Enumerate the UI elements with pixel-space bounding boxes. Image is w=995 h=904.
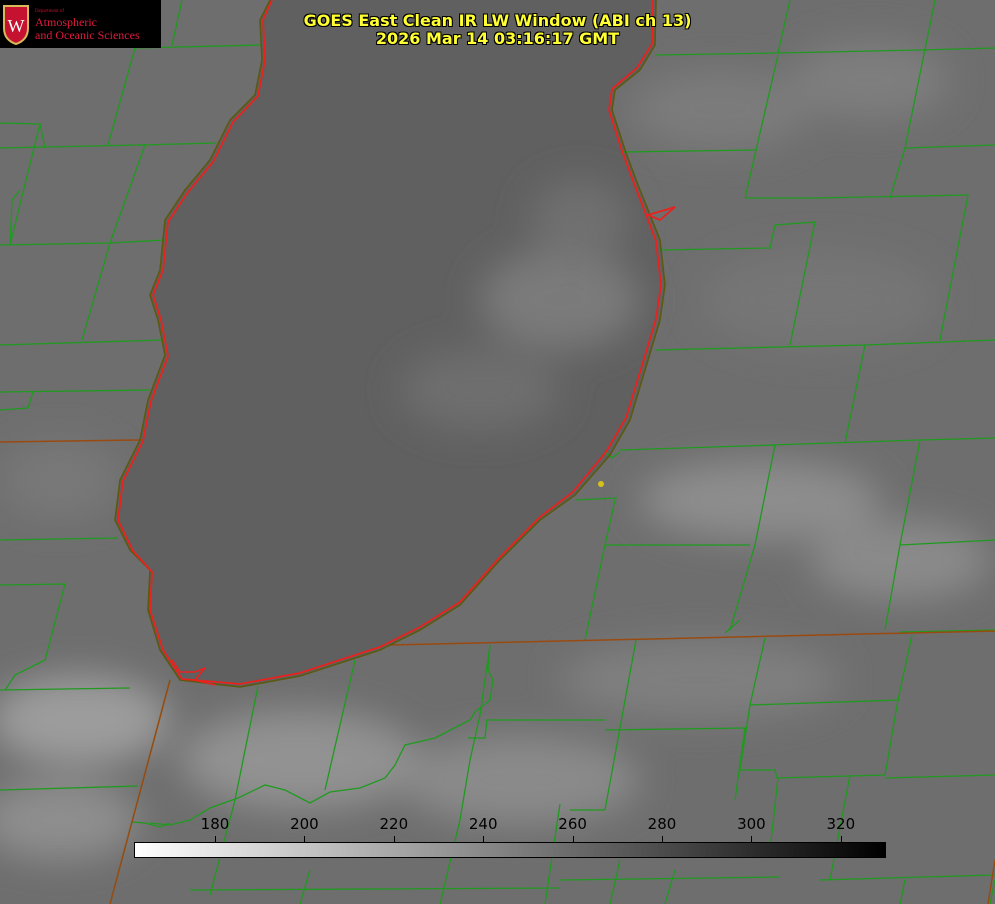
station-marker	[598, 481, 604, 487]
colorbar-tick-label-280: 280	[647, 815, 677, 833]
colorbar-tick-mark	[662, 836, 663, 842]
colorbar-tick-label-240: 240	[468, 815, 498, 833]
image-timestamp: 2026 Mar 14 03:16:17 GMT	[375, 29, 620, 48]
image-title: GOES East Clean IR LW Window (ABI ch 13)	[303, 11, 692, 30]
colorbar-tick-mark	[393, 836, 395, 842]
colorbar-tick-label-260: 260	[558, 815, 587, 833]
satellite-map	[0, 0, 995, 904]
colorbar-tick-label-200: 200	[290, 815, 319, 833]
colorbar-tick-label-300: 300	[737, 815, 766, 833]
colorbar-tick-mark	[572, 836, 574, 842]
colorbar-tick-label-180: 180	[200, 815, 230, 833]
colorbar-tick-mark	[304, 836, 306, 842]
colorbar	[134, 842, 886, 858]
colorbar-tick-mark	[483, 836, 485, 842]
colorbar-tick-label-220: 220	[379, 815, 409, 833]
colorbar-tick-mark	[840, 836, 842, 842]
colorbar-tick-mark	[215, 836, 216, 842]
colorbar-tick-label-320: 320	[826, 815, 856, 833]
colorbar-tick-mark	[751, 836, 753, 842]
